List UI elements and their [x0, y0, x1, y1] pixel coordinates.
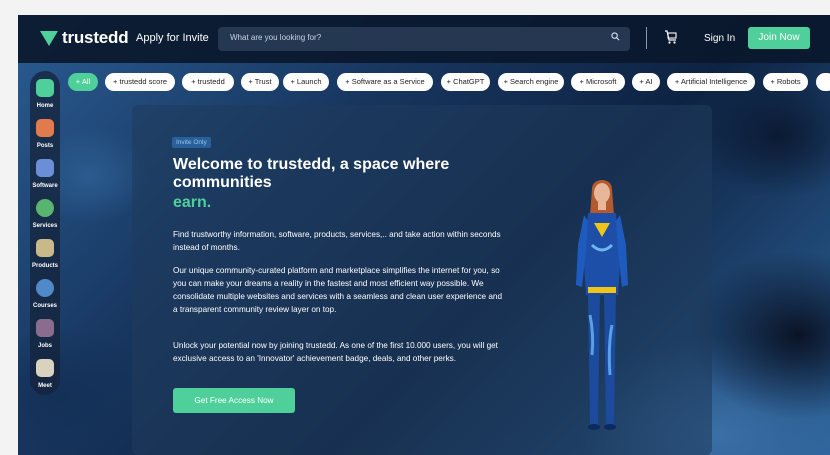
- sidebar-item-label: Services: [32, 223, 58, 229]
- hero-panel: Invite Only Welcome to trustedd, a space…: [132, 105, 712, 455]
- sidebar-item-label: Products: [31, 263, 58, 269]
- sidebar-item-jobs[interactable]: Jobs: [30, 319, 60, 349]
- sidebar-item-courses[interactable]: Courses: [30, 279, 60, 309]
- chip-overflow[interactable]: [816, 73, 830, 91]
- meet-icon: [36, 359, 54, 377]
- chip-robots[interactable]: + Robots: [763, 73, 808, 91]
- chip-microsoft[interactable]: + Microsoft: [571, 73, 625, 91]
- sidebar-item-label: Posts: [36, 143, 54, 149]
- chip-ai[interactable]: + AI: [632, 73, 660, 91]
- sidebar-item-label: Meet: [38, 383, 52, 389]
- hero-title-accent: earn.: [173, 194, 212, 211]
- header-divider: [646, 27, 647, 49]
- page-frame: trustedd Apply for Invite What are you l…: [18, 15, 830, 455]
- invite-only-badge: Invite Only: [172, 137, 211, 148]
- sidebar-item-label: Software: [32, 183, 58, 189]
- avatar-character-illustration: [576, 180, 628, 430]
- chip-search-engine[interactable]: + Search engine: [498, 73, 564, 91]
- sidebar-item-posts[interactable]: Posts: [30, 119, 60, 149]
- sidebar-item-label: Courses: [32, 303, 57, 309]
- hero-paragraph-3: Unlock your potential now by joining tru…: [173, 341, 498, 363]
- products-icon: [36, 239, 54, 257]
- sidebar-item-services[interactable]: Services: [30, 199, 60, 229]
- chip-chatgpt[interactable]: + ChatGPT: [441, 73, 490, 91]
- chip-trust[interactable]: + Trust: [241, 73, 279, 91]
- services-icon: [36, 199, 54, 217]
- get-free-access-button[interactable]: Get Free Access Now: [173, 388, 295, 413]
- posts-icon: [36, 119, 54, 137]
- chip-saas[interactable]: + Software as a Service: [337, 73, 433, 91]
- sidebar-item-software[interactable]: Software: [30, 159, 60, 189]
- chip-trustedd-score[interactable]: + trustedd score: [105, 73, 175, 91]
- cart-icon[interactable]: [664, 29, 678, 45]
- sidebar-item-meet[interactable]: Meet: [30, 359, 60, 389]
- sidebar-item-products[interactable]: Products: [30, 239, 60, 269]
- software-icon: [36, 159, 54, 177]
- home-icon: [36, 79, 54, 97]
- apply-for-invite-link[interactable]: Apply for Invite: [136, 32, 209, 44]
- sidebar-item-home[interactable]: Home: [30, 79, 60, 109]
- hero-paragraph-2: Our unique community-curated platform an…: [173, 266, 503, 314]
- search-bar[interactable]: What are you looking for?: [218, 27, 630, 51]
- sidebar-item-label: Home: [36, 103, 54, 109]
- hero-title: Welcome to trustedd, a space where commu…: [173, 156, 450, 191]
- chip-trustedd[interactable]: + trustedd: [182, 73, 234, 91]
- join-now-button[interactable]: Join Now: [748, 27, 810, 49]
- chip-artificial-intelligence[interactable]: + Artificial Intelligence: [667, 73, 755, 91]
- sidebar: Home Posts Software Services Products Co…: [30, 71, 60, 395]
- sidebar-item-label: Jobs: [37, 343, 52, 349]
- search-input[interactable]: What are you looking for?: [230, 33, 321, 42]
- top-navigation-bar: trustedd Apply for Invite What are you l…: [18, 15, 830, 63]
- logo[interactable]: trustedd: [40, 28, 129, 48]
- chip-launch[interactable]: + Launch: [283, 73, 329, 91]
- logo-mark-icon: [40, 30, 58, 46]
- search-icon[interactable]: [611, 32, 620, 41]
- chip-all[interactable]: + All: [68, 73, 98, 91]
- courses-icon: [36, 279, 54, 297]
- sign-in-link[interactable]: Sign In: [704, 33, 735, 44]
- logo-text: trustedd: [62, 28, 129, 47]
- hero-paragraph-1: Find trustworthy information, software, …: [173, 230, 501, 252]
- jobs-icon: [36, 319, 54, 337]
